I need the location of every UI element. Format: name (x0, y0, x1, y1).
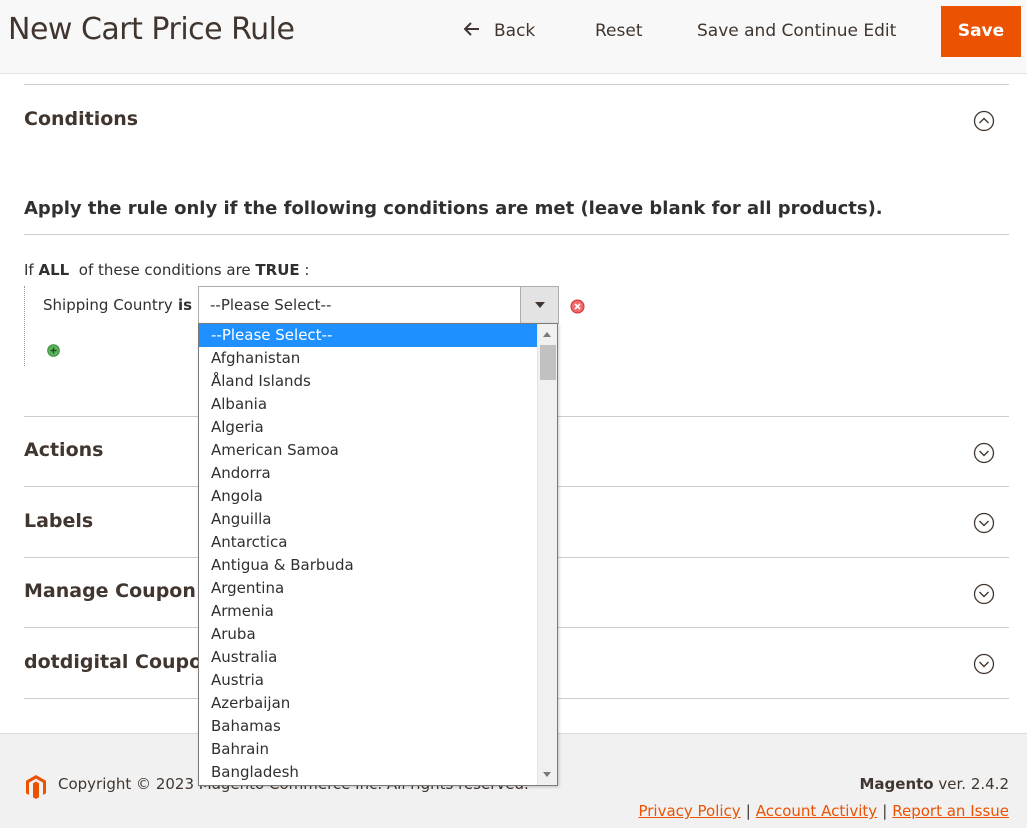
divider (24, 84, 1009, 85)
condition-aggregator-line: If ALL of these conditions are TRUE : (24, 261, 309, 279)
scroll-down-icon[interactable] (543, 772, 551, 777)
dropdown-option[interactable]: Åland Islands (199, 370, 537, 393)
magento-logo-icon (26, 775, 46, 799)
dropdown-scrollbar[interactable] (537, 324, 557, 785)
conditions-heading: Apply the rule only if the following con… (24, 198, 883, 219)
if-prefix: If (24, 261, 34, 279)
dropdown-option[interactable]: American Samoa (199, 439, 537, 462)
dropdown-option[interactable]: Austria (199, 669, 537, 692)
condition-attribute-label: Shipping Country (43, 296, 173, 314)
save-and-continue-button[interactable]: Save and Continue Edit (697, 6, 896, 57)
section-title-dotdigital-coupon[interactable]: dotdigital Coupon (24, 651, 216, 673)
condition-tree-line (24, 286, 25, 366)
add-condition-icon[interactable] (47, 344, 60, 357)
reset-button[interactable]: Reset (595, 6, 643, 57)
dropdown-option[interactable]: Angola (199, 485, 537, 508)
aggregator-toggle[interactable]: ALL (39, 261, 70, 279)
dropdown-option[interactable]: Antigua & Barbuda (199, 554, 537, 577)
dropdown-option[interactable]: Aruba (199, 623, 537, 646)
chevron-down-circle-icon[interactable] (973, 442, 995, 464)
dropdown-option[interactable]: --Please Select-- (199, 324, 537, 347)
scroll-up-icon[interactable] (543, 332, 551, 337)
version-number: ver. 2.4.2 (938, 775, 1009, 793)
dropdown-option[interactable]: Anguilla (199, 508, 537, 531)
dropdown-option[interactable]: Algeria (199, 416, 537, 439)
save-button[interactable]: Save (941, 6, 1021, 57)
dropdown-option[interactable]: Bangladesh (199, 761, 537, 784)
report-issue-link[interactable]: Report an Issue (892, 802, 1009, 820)
dropdown-option[interactable]: Albania (199, 393, 537, 416)
dropdown-option[interactable]: Bahrain (199, 738, 537, 761)
page-title: New Cart Price Rule (8, 12, 295, 47)
country-dropdown-list[interactable]: --Please Select-- Afghanistan Åland Island… (198, 323, 558, 786)
chevron-down-circle-icon[interactable] (973, 583, 995, 605)
page-header: New Cart Price Rule Back Reset Save and … (0, 0, 1027, 74)
chevron-up-circle-icon[interactable] (973, 110, 995, 132)
section-title-manage-coupon[interactable]: Manage Coupon C (24, 580, 216, 602)
dropdown-option[interactable]: Bahamas (199, 715, 537, 738)
dropdown-option[interactable]: Armenia (199, 600, 537, 623)
dropdown-option[interactable]: Afghanistan (199, 347, 537, 370)
brand-name: Magento (859, 775, 934, 793)
account-activity-link[interactable]: Account Activity (756, 802, 877, 820)
chevron-down-circle-icon[interactable] (973, 653, 995, 675)
back-button[interactable]: Back (464, 6, 535, 57)
select-current-value: --Please Select-- (210, 296, 332, 314)
divider (24, 234, 1009, 235)
condition-suffix: : (304, 261, 310, 279)
footer-links: Privacy Policy | Account Activity | Report a… (638, 802, 1009, 820)
remove-condition-icon[interactable] (570, 299, 585, 314)
link-separator: | (882, 802, 888, 820)
section-title-labels[interactable]: Labels (24, 510, 93, 532)
back-label: Back (494, 21, 536, 41)
dropdown-option[interactable]: Andorra (199, 462, 537, 485)
dropdown-option[interactable]: Azerbaijan (199, 692, 537, 715)
condition-operator[interactable]: is (178, 296, 192, 314)
link-separator: | (745, 802, 751, 820)
value-toggle[interactable]: TRUE (255, 261, 299, 279)
section-title-conditions[interactable]: Conditions (24, 108, 138, 130)
chevron-down-icon[interactable] (520, 287, 558, 323)
scroll-thumb[interactable] (540, 345, 556, 380)
shipping-country-select[interactable]: --Please Select-- (198, 286, 559, 324)
dropdown-option[interactable]: Argentina (199, 577, 537, 600)
dropdown-option[interactable]: Antarctica (199, 531, 537, 554)
chevron-down-circle-icon[interactable] (973, 512, 995, 534)
arrow-left-icon (464, 22, 479, 36)
version-info: Magento ver. 2.4.2 (859, 775, 1009, 793)
section-title-actions[interactable]: Actions (24, 439, 103, 461)
condition-middle-text: of these conditions are (78, 261, 251, 279)
privacy-policy-link[interactable]: Privacy Policy (638, 802, 740, 820)
dropdown-option[interactable]: Australia (199, 646, 537, 669)
